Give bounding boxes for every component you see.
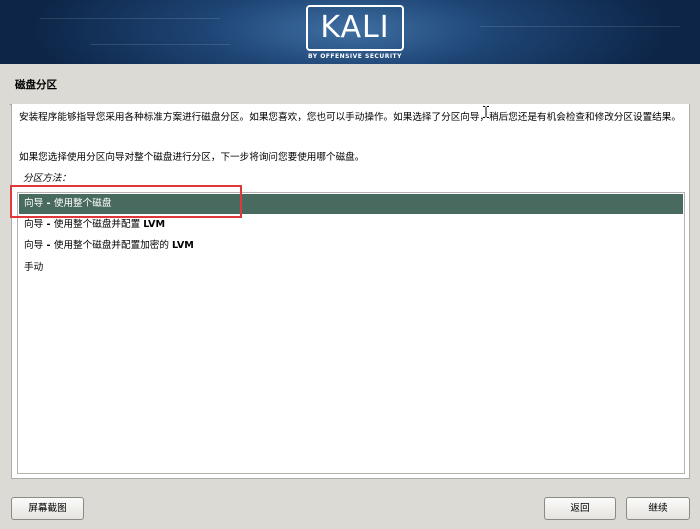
question-text: 如果您选择使用分区向导对整个磁盘进行分区，下一步将询问您要使用哪个磁盘。: [19, 152, 365, 163]
installer-content: 磁盘分区 安装程序能够指导您采用各种标准方案进行磁盘分区。如果您喜欢，您也可以手…: [0, 64, 700, 529]
kali-logo: KALI: [306, 5, 404, 51]
option-text: 使用整个磁盘并配置: [53, 219, 144, 230]
list-item-manual[interactable]: 手动: [19, 258, 683, 278]
kali-logo-subtitle: BY OFFENSIVE SECURITY: [308, 53, 402, 60]
text-cursor-icon: [483, 106, 489, 118]
page-title: 磁盘分区: [15, 79, 57, 91]
option-prefix: 向导: [24, 240, 44, 251]
list-item-guided-encrypted-lvm[interactable]: 向导 - 使用整个磁盘并配置加密的 LVM: [19, 236, 683, 256]
list-item-guided-lvm[interactable]: 向导 - 使用整个磁盘并配置 LVM: [19, 215, 683, 235]
option-suffix: LVM: [172, 240, 194, 251]
option-prefix: 手动: [24, 262, 44, 273]
annotation-highlight-box: [10, 185, 242, 218]
partition-method-list[interactable]: 向导 - 使用整个磁盘 向导 - 使用整个磁盘并配置 LVM 向导 - 使用整个…: [17, 192, 685, 474]
screenshot-button[interactable]: 屏幕截图: [11, 497, 84, 520]
kali-banner: KALI BY OFFENSIVE SECURITY: [0, 0, 700, 64]
description-text: 安装程序能够指导您采用各种标准方案进行磁盘分区。如果您喜欢，您也可以手动操作。如…: [19, 112, 681, 123]
option-dash: -: [43, 240, 54, 251]
option-suffix: LVM: [143, 219, 166, 230]
option-text: 使用整个磁盘并配置加密的: [53, 240, 173, 251]
option-dash: -: [43, 219, 54, 230]
partition-panel: 安装程序能够指导您采用各种标准方案进行磁盘分区。如果您喜欢，您也可以手动操作。如…: [11, 104, 690, 479]
kali-logo-text: KALI: [320, 10, 390, 45]
partition-method-label: 分区方法：: [23, 173, 71, 184]
continue-button[interactable]: 继续: [626, 497, 690, 520]
option-prefix: 向导: [24, 219, 44, 230]
back-button[interactable]: 返回: [544, 497, 616, 520]
